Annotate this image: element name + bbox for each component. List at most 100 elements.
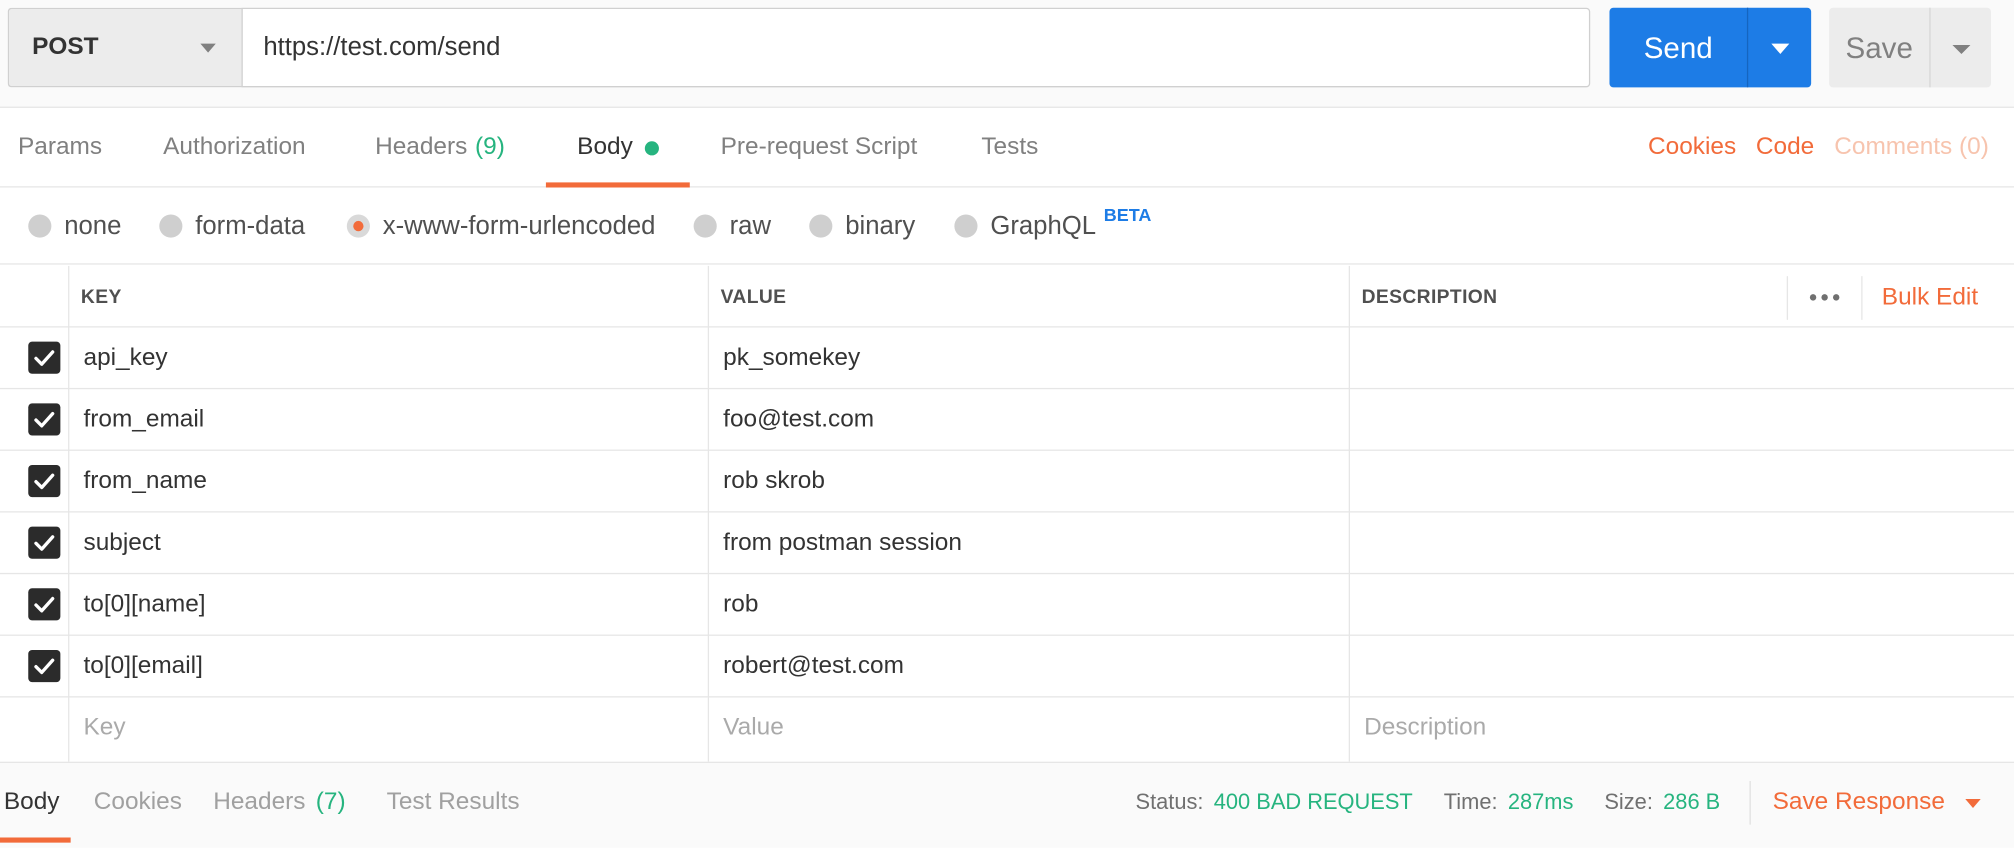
- request-tabs: Params Authorization Headers (9) Body Pr…: [0, 109, 2014, 188]
- response-tab-cookies[interactable]: Cookies: [94, 763, 182, 843]
- key-cell[interactable]: to[0][email]: [68, 636, 708, 698]
- checkmark-icon: [34, 411, 55, 428]
- body-type-selector: none form-data x-www-form-urlencoded raw…: [0, 187, 2014, 265]
- request-editor: POST https://test.com/send Send Save Par…: [0, 0, 2014, 848]
- checkmark-icon: [34, 350, 55, 366]
- description-cell[interactable]: [1349, 389, 2014, 451]
- radio-label: none: [64, 211, 122, 240]
- new-description-input[interactable]: Description: [1349, 697, 2014, 759]
- save-button-group: Save: [1829, 7, 1991, 88]
- save-response-button[interactable]: Save Response: [1773, 763, 1981, 843]
- tab-label: Body: [577, 133, 633, 161]
- value-cell[interactable]: rob: [708, 574, 1349, 636]
- method-select[interactable]: POST: [7, 7, 242, 88]
- radio-icon: [809, 214, 833, 238]
- tab-tests[interactable]: Tests: [981, 109, 1038, 186]
- radio-icon: [693, 214, 717, 238]
- body-type-graphql[interactable]: GraphQL BETA: [954, 188, 1151, 265]
- radio-label: x-www-form-urlencoded: [382, 211, 656, 240]
- tab-authorization[interactable]: Authorization: [163, 109, 305, 186]
- row-checkbox[interactable]: [28, 526, 61, 559]
- beta-badge: BETA: [1103, 204, 1152, 225]
- tab-headers[interactable]: Headers (9): [375, 109, 505, 186]
- modified-dot-icon: [644, 140, 659, 155]
- value-cell[interactable]: rob skrob: [708, 451, 1349, 513]
- body-type-raw[interactable]: raw: [693, 188, 772, 265]
- body-type-form-data[interactable]: form-data: [159, 188, 305, 265]
- size-info: Size: 286 B: [1604, 763, 1720, 843]
- key-cell[interactable]: to[0][name]: [68, 574, 708, 636]
- description-cell[interactable]: [1349, 328, 2014, 390]
- size-value: 286 B: [1663, 789, 1721, 815]
- body-type-x-www-form-urlencoded[interactable]: x-www-form-urlencoded: [346, 188, 656, 265]
- code-link[interactable]: Code: [1756, 109, 1814, 186]
- response-tab-body[interactable]: Body: [0, 763, 72, 843]
- url-text: https://test.com/send: [263, 32, 501, 62]
- table-row: from_email foo@test.com: [0, 389, 2014, 451]
- description-cell[interactable]: [1349, 451, 2014, 513]
- save-response-label: Save Response: [1772, 788, 1945, 816]
- radio-label: GraphQL: [990, 211, 1097, 240]
- table-row: to[0][email] robert@test.com: [0, 636, 2014, 698]
- caret-down-icon: [1952, 44, 1971, 54]
- new-row: Key Value Description: [0, 697, 2014, 759]
- tab-count: (7): [315, 788, 346, 816]
- send-button[interactable]: Send: [1609, 8, 1746, 88]
- more-options-icon[interactable]: [1788, 266, 1860, 328]
- description-cell[interactable]: [1349, 574, 2014, 636]
- cookies-link[interactable]: Cookies: [1648, 109, 1736, 186]
- tab-count: (9): [475, 133, 505, 161]
- caret-down-icon: [1771, 43, 1790, 54]
- new-key-input[interactable]: Key: [68, 697, 708, 759]
- value-cell[interactable]: foo@test.com: [708, 389, 1349, 451]
- key-cell[interactable]: from_name: [68, 451, 708, 513]
- description-cell[interactable]: [1349, 513, 2014, 575]
- value-cell[interactable]: pk_somekey: [708, 328, 1349, 390]
- row-checkbox[interactable]: [28, 341, 61, 374]
- status-value: 400 BAD REQUEST: [1213, 789, 1413, 815]
- radio-icon: [954, 214, 978, 238]
- checkmark-icon: [34, 596, 55, 613]
- active-tab-indicator: [0, 837, 72, 843]
- save-button[interactable]: Save: [1829, 8, 1929, 88]
- row-checkbox[interactable]: [28, 649, 61, 683]
- tab-pre-request-script[interactable]: Pre-request Script: [721, 109, 918, 186]
- tab-label: Pre-request Script: [720, 133, 918, 161]
- send-dropdown-button[interactable]: [1748, 8, 1811, 88]
- params-table: KEY VALUE DESCRIPTION Bulk Edit api_key …: [0, 265, 2014, 762]
- key-cell[interactable]: subject: [68, 513, 708, 575]
- body-type-binary[interactable]: binary: [809, 188, 915, 265]
- tab-label: Test Results: [386, 788, 520, 816]
- tab-body[interactable]: Body: [545, 109, 690, 188]
- body-type-none[interactable]: none: [28, 188, 121, 265]
- key-cell[interactable]: from_email: [68, 389, 708, 451]
- new-value-input[interactable]: Value: [708, 697, 1349, 759]
- response-tab-headers[interactable]: Headers (7): [213, 763, 345, 843]
- caret-down-icon: [1965, 798, 1981, 808]
- radio-label: binary: [845, 211, 916, 240]
- description-cell[interactable]: [1349, 636, 2014, 698]
- key-cell[interactable]: api_key: [68, 328, 708, 390]
- value-cell[interactable]: robert@test.com: [708, 636, 1349, 698]
- response-tab-test-results[interactable]: Test Results: [387, 763, 520, 843]
- url-input[interactable]: https://test.com/send: [241, 7, 1591, 88]
- radio-icon: [159, 214, 183, 238]
- column-header-key: KEY: [80, 285, 122, 308]
- bulk-edit-link[interactable]: Bulk Edit: [1863, 266, 2014, 330]
- tab-label: Headers: [213, 788, 306, 816]
- status-label: Status:: [1135, 789, 1204, 815]
- request-bar: POST https://test.com/send Send Save: [0, 0, 2014, 108]
- table-row: to[0][name] rob: [0, 574, 2014, 636]
- tab-label: Cookies: [93, 788, 182, 816]
- value-cell[interactable]: from postman session: [708, 513, 1349, 575]
- send-button-group: Send: [1609, 7, 1812, 88]
- save-dropdown-button[interactable]: [1931, 8, 1991, 88]
- tab-params[interactable]: Params: [18, 109, 102, 186]
- tab-label: Tests: [981, 133, 1039, 161]
- row-checkbox[interactable]: [28, 464, 61, 498]
- time-info: Time: 287ms: [1444, 763, 1574, 843]
- radio-label: raw: [729, 211, 772, 240]
- row-checkbox[interactable]: [28, 403, 61, 436]
- row-checkbox[interactable]: [28, 588, 61, 621]
- comments-link[interactable]: Comments (0): [1834, 109, 1989, 186]
